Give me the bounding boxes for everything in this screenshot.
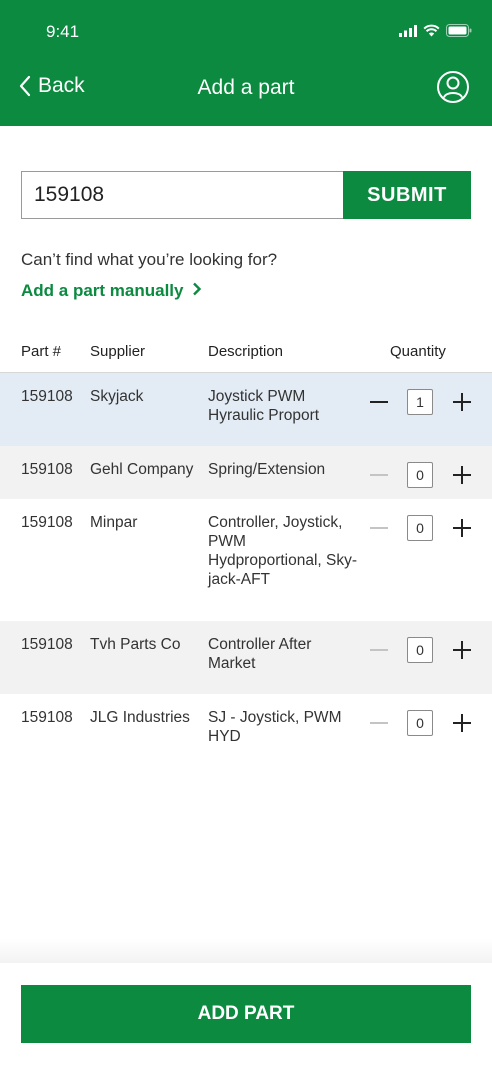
help-text: Can’t find what you’re looking for? <box>21 250 278 269</box>
cell-part: 159108 <box>21 461 73 478</box>
table-row[interactable]: 159108 Minpar Controller, Joystick, PWM … <box>0 499 492 621</box>
increment-button[interactable] <box>450 513 474 543</box>
footer-shadow <box>0 938 492 964</box>
quantity-value[interactable]: 0 <box>407 462 433 488</box>
cell-description: Spring/Extension <box>208 461 326 478</box>
header-supplier: Supplier <box>90 343 146 360</box>
chevron-right-icon <box>193 282 202 296</box>
signal-icon <box>399 24 417 37</box>
quantity-stepper: 0 <box>366 513 478 543</box>
decrement-button[interactable] <box>366 708 392 738</box>
page-title: Add a part <box>197 76 295 99</box>
submit-button[interactable]: SUBMIT <box>343 171 471 219</box>
cell-description: Controller, Joystick, PWM Hydproportiona… <box>208 514 358 588</box>
app-header: 9:41 Back Add a part <box>0 0 492 126</box>
header-description: Description <box>208 343 284 360</box>
decrement-button[interactable] <box>366 635 392 665</box>
table-row[interactable]: 159108 Gehl Company Spring/Extension 0 <box>0 446 492 499</box>
table-header: Part # Supplier Description Quantity <box>0 343 492 373</box>
cell-description: Joystick PWM Hyraulic Proport <box>208 388 320 424</box>
status-time: 9:41 <box>46 22 80 41</box>
increment-button[interactable] <box>450 635 474 665</box>
decrement-button[interactable] <box>366 513 392 543</box>
increment-button[interactable] <box>450 708 474 738</box>
cell-supplier: Minpar <box>90 514 138 531</box>
cell-description: Controller After Market <box>208 636 312 672</box>
cell-description: SJ - Joystick, PWM HYD <box>208 709 342 745</box>
battery-icon <box>446 24 472 37</box>
quantity-value[interactable]: 0 <box>407 710 433 736</box>
cell-part: 159108 <box>21 388 73 405</box>
cell-supplier: Tvh Parts Co <box>90 636 181 653</box>
quantity-value[interactable]: 1 <box>407 389 433 415</box>
cell-supplier: Gehl Company <box>90 461 194 478</box>
add-part-manually-label: Add a part manually <box>21 281 184 300</box>
decrement-button[interactable] <box>366 387 392 417</box>
cell-part: 159108 <box>21 514 73 531</box>
add-part-button[interactable]: ADD PART <box>21 985 471 1043</box>
quantity-value[interactable]: 0 <box>407 515 433 541</box>
cell-supplier: JLG Industries <box>90 709 190 726</box>
cell-part: 159108 <box>21 709 73 726</box>
wifi-icon <box>423 24 440 37</box>
header-quantity: Quantity <box>390 343 446 360</box>
status-bar: 9:41 <box>0 0 492 64</box>
table-row[interactable]: 159108 Tvh Parts Co Controller After Mar… <box>0 621 492 694</box>
decrement-button[interactable] <box>366 460 392 490</box>
profile-button[interactable] <box>436 70 470 104</box>
increment-button[interactable] <box>450 387 474 417</box>
status-icons <box>399 24 472 37</box>
quantity-stepper: 0 <box>366 460 478 490</box>
nav-bar: Back Add a part <box>0 64 492 116</box>
cell-part: 159108 <box>21 636 73 653</box>
footer-bar: ADD PART <box>0 963 492 1067</box>
quantity-value[interactable]: 0 <box>407 637 433 663</box>
table-row[interactable]: 159108 Skyjack Joystick PWM Hyraulic Pro… <box>0 373 492 446</box>
add-part-manually-link[interactable]: Add a part manually <box>21 281 202 301</box>
user-icon <box>437 71 469 103</box>
header-part: Part # <box>21 343 62 360</box>
part-search-form: SUBMIT <box>21 171 471 219</box>
increment-button[interactable] <box>450 460 474 490</box>
quantity-stepper: 0 <box>366 708 478 738</box>
cell-supplier: Skyjack <box>90 388 144 405</box>
quantity-stepper: 0 <box>366 635 478 665</box>
part-number-input[interactable] <box>21 171 343 219</box>
table-row[interactable]: 159108 JLG Industries SJ - Joystick, PWM… <box>0 694 492 767</box>
quantity-stepper: 1 <box>366 387 478 417</box>
